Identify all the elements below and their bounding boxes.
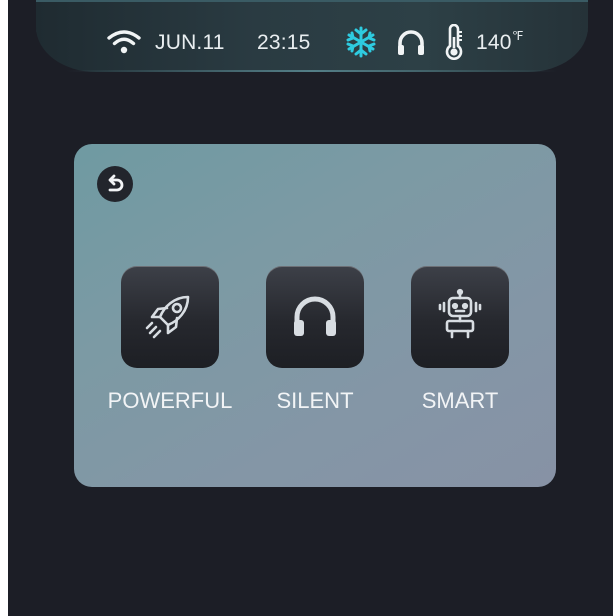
status-time: 23:15 bbox=[257, 31, 311, 54]
headphones-icon bbox=[396, 29, 426, 62]
mode-powerful-label[interactable]: POWERFUL bbox=[90, 387, 250, 415]
mode-silent-button[interactable] bbox=[266, 266, 364, 368]
device-screen: JUN.11 23:15 140 ℉ POWERFUL SILENT SMART bbox=[8, 0, 613, 616]
mode-smart-label[interactable]: SMART bbox=[380, 387, 540, 415]
mode-panel: POWERFUL SILENT SMART bbox=[74, 144, 556, 487]
mode-powerful-button[interactable] bbox=[121, 266, 219, 368]
snowflake-icon bbox=[344, 25, 378, 64]
wifi-icon bbox=[107, 30, 141, 59]
robot-icon bbox=[438, 288, 482, 339]
status-bar: JUN.11 23:15 140 ℉ bbox=[36, 0, 588, 72]
mode-smart-button[interactable] bbox=[411, 266, 509, 368]
mode-silent-label[interactable]: SILENT bbox=[235, 387, 395, 415]
headphones-icon bbox=[294, 296, 336, 336]
status-date: JUN.11 bbox=[155, 31, 225, 54]
back-arrow-icon bbox=[108, 174, 124, 192]
status-temperature: 140 bbox=[476, 31, 512, 54]
back-button[interactable] bbox=[97, 166, 133, 202]
temperature-unit: ℉ bbox=[512, 29, 524, 43]
thermometer-icon bbox=[442, 23, 466, 65]
rocket-icon bbox=[145, 295, 190, 339]
